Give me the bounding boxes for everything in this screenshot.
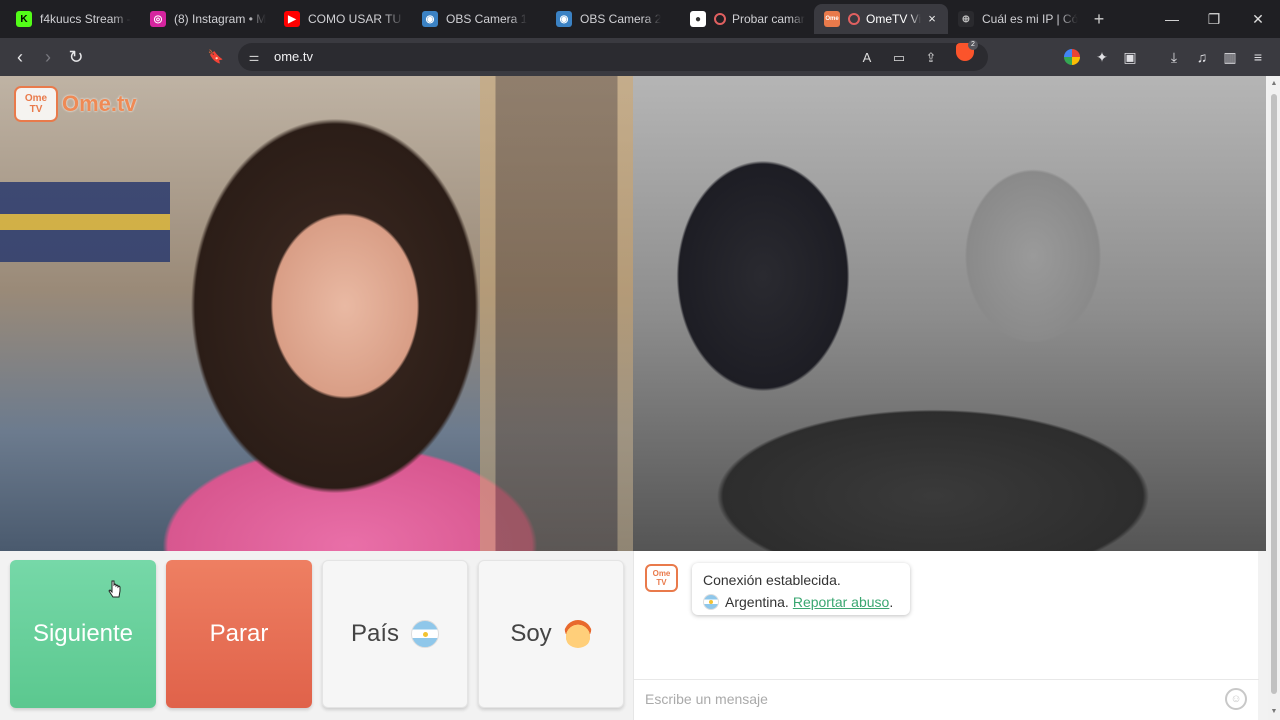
country-filter-button[interactable]: País [322, 560, 468, 708]
tab-title: COMO USAR TU C [308, 12, 404, 26]
tab-strip: K f4kuucs Stream - ◎ (8) Instagram • M ▶… [0, 0, 1280, 38]
youtube-favicon-icon: ▶ [284, 11, 300, 27]
argentina-flag-icon [411, 620, 440, 648]
media-controls-icon[interactable]: ♫ [1192, 47, 1212, 67]
tab-title: Probar camar [732, 12, 805, 26]
message-input-placeholder: Escribe un mensaje [645, 691, 768, 707]
tab-youtube-video[interactable]: ▶ COMO USAR TU C [274, 4, 408, 34]
minimize-icon[interactable]: — [1152, 6, 1192, 32]
obs-favicon-icon: ◉ [422, 11, 438, 27]
cast-icon[interactable]: ▭ [890, 49, 908, 67]
country-line: Argentina. Reportar abuso. [703, 591, 899, 613]
menu-icon[interactable]: ≡ [1248, 47, 1268, 67]
tab-ometv[interactable]: Ome OmeTV Vi × [814, 4, 948, 34]
ometv-logo-badge-icon: Ome TV [14, 86, 58, 122]
connection-status-text: Conexión establecida. [703, 572, 841, 588]
scroll-up-icon[interactable]: ▲ [1270, 80, 1278, 88]
google-lens-icon[interactable] [1064, 49, 1080, 65]
tab-title: (8) Instagram • M [174, 12, 267, 26]
sidebar-toggle-icon[interactable]: ▥ [1220, 47, 1240, 67]
share-icon[interactable]: ⇪ [922, 49, 940, 67]
stop-button[interactable]: Parar [166, 560, 312, 708]
browser-toolbar: ‹ › ↻ 🔖 ⚌ ome.tv A ▭ ⇪ 2 ✦ ▣ ⤓ ♫ ▥ ≡ [0, 38, 1280, 76]
system-message-bubble: Conexión establecida. Argentina. Reporta… [692, 563, 910, 615]
ometv-favicon-icon: Ome [824, 11, 840, 27]
mouse-pointer-icon [108, 580, 121, 598]
local-camera-video: Ome TV Ome.tv [0, 76, 633, 551]
recording-indicator-icon [848, 13, 860, 25]
recording-indicator-icon [714, 13, 726, 25]
report-suffix: . [889, 594, 894, 610]
logo-badge-line2: TV [29, 104, 43, 115]
tab-title: f4kuucs Stream - [40, 12, 131, 26]
forward-icon[interactable]: › [36, 45, 60, 69]
shields-count-badge: 2 [968, 40, 978, 50]
message-input[interactable]: Escribe un mensaje ☺ [634, 679, 1259, 717]
gender-button-label: Soy [510, 620, 552, 647]
remote-camera-video [633, 76, 1266, 551]
wallet-icon[interactable]: ▣ [1120, 47, 1140, 67]
argentina-flag-icon [703, 594, 719, 610]
country-button-label: País [350, 620, 400, 647]
chat-panel: Ome TV Conexión establecida. Argentina. … [633, 551, 1259, 720]
close-tab-icon[interactable]: × [924, 11, 940, 27]
kick-favicon-icon: K [16, 11, 32, 27]
tab-title: OBS Camera 1 [446, 12, 528, 26]
tab-obs-camera-1[interactable]: ◉ OBS Camera 1 [412, 4, 546, 34]
background-flag-image [0, 182, 170, 262]
gender-select-button[interactable]: Soy [478, 560, 624, 708]
logo-badge-line1: Ome [24, 93, 48, 104]
tab-title: Cuál es mi IP | Có [982, 12, 1078, 26]
scrollbar-thumb[interactable] [1271, 94, 1277, 694]
emoji-picker-icon[interactable]: ☺ [1225, 688, 1247, 710]
new-tab-icon[interactable]: + [1088, 8, 1110, 30]
maximize-icon[interactable]: ❐ [1194, 6, 1234, 32]
globe-favicon-icon: ⊕ [958, 11, 974, 27]
chat-logo-line2: TV [656, 578, 667, 587]
stop-button-label: Parar [209, 620, 269, 647]
ometv-page: Ome TV Ome.tv Siguiente Parar País Soy O… [0, 76, 1268, 720]
download-icon[interactable]: ⤓ [1164, 47, 1184, 67]
address-bar[interactable]: ⚌ ome.tv A ▭ ⇪ [238, 43, 988, 71]
url-text[interactable]: ome.tv [274, 49, 313, 64]
tab-cual-es-mi-ip[interactable]: ⊕ Cuál es mi IP | Có [948, 4, 1082, 34]
boy-emoji-icon [563, 620, 592, 648]
report-abuse-link[interactable]: Reportar abuso [793, 591, 890, 613]
logo-text: Ome.tv [62, 91, 137, 116]
next-button[interactable]: Siguiente [10, 560, 156, 708]
tab-title: OmeTV Vi [866, 12, 922, 26]
back-icon[interactable]: ‹ [8, 45, 32, 69]
tab-title: OBS Camera 2 [580, 12, 662, 26]
next-button-label: Siguiente [32, 620, 134, 647]
window-close-icon[interactable]: ✕ [1238, 6, 1278, 32]
tab-probar-camara[interactable]: ● Probar camar [680, 4, 814, 34]
ometv-chat-logo-icon: Ome TV [645, 564, 678, 592]
scroll-down-icon[interactable]: ▼ [1270, 708, 1278, 716]
partner-country-text: Argentina. [725, 594, 789, 610]
site-settings-icon[interactable]: ⚌ [246, 49, 262, 65]
page-scrollbar[interactable]: ▲ ▼ [1268, 76, 1280, 720]
tab-kick-stream[interactable]: K f4kuucs Stream - [6, 4, 140, 34]
bookmark-icon[interactable]: 🔖 [204, 45, 228, 69]
camera-favicon-icon: ● [690, 11, 706, 27]
instagram-favicon-icon: ◎ [150, 11, 166, 27]
extensions-icon[interactable]: ✦ [1092, 47, 1112, 67]
ometv-logo: Ome TV Ome.tv [14, 86, 137, 122]
reload-icon[interactable]: ↻ [64, 45, 88, 69]
chat-logo-line1: Ome [652, 569, 671, 578]
tab-obs-camera-2[interactable]: ◉ OBS Camera 2 [546, 4, 680, 34]
translate-icon[interactable]: A [858, 49, 876, 67]
tab-instagram[interactable]: ◎ (8) Instagram • M [140, 4, 274, 34]
background-shelf-image [480, 76, 633, 551]
obs-favicon-icon: ◉ [556, 11, 572, 27]
